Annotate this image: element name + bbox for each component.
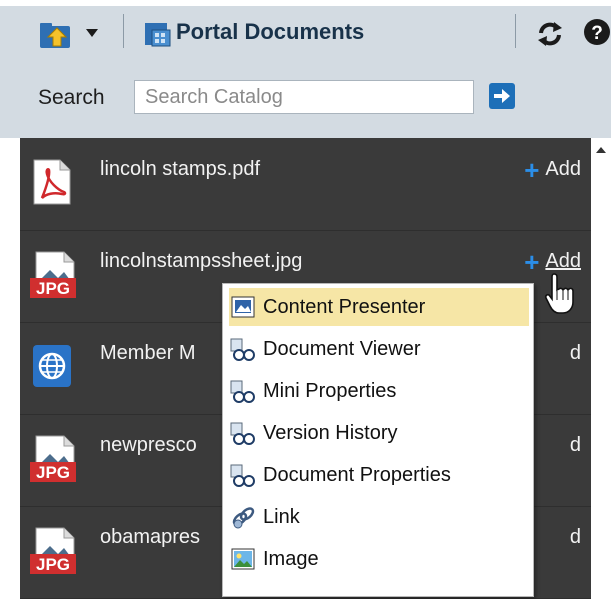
content-presenter-icon [229, 294, 257, 320]
menu-item-version-history[interactable]: Version History [229, 414, 529, 452]
add-label: d [569, 526, 581, 548]
link-icon [229, 504, 257, 530]
search-input[interactable] [134, 80, 474, 114]
file-name[interactable]: obamapres [100, 526, 200, 549]
svg-text:JPG: JPG [36, 279, 70, 298]
toolbar-top-strip [0, 0, 611, 6]
add-context-menu: Content Presenter Document Viewer Mini P… [222, 283, 534, 597]
file-name[interactable]: lincoln stamps.pdf [100, 158, 260, 181]
plus-icon: + [524, 246, 540, 277]
scroll-up-arrow-icon[interactable] [595, 146, 607, 154]
menu-item-label: Image [263, 547, 319, 570]
jpg-icon: JPG [30, 251, 76, 298]
arrow-right-icon [494, 89, 510, 103]
add-button[interactable]: d [570, 342, 581, 365]
help-icon[interactable]: ? [583, 18, 611, 46]
folder-up-icon[interactable] [38, 20, 76, 50]
task-flow-icon [229, 420, 257, 446]
task-flow-icon [229, 462, 257, 488]
menu-item-label: Mini Properties [263, 379, 397, 402]
file-name[interactable]: newpresco [100, 434, 197, 457]
portal-documents-title[interactable]: Portal Documents [176, 19, 364, 45]
jpg-icon: JPG [30, 435, 76, 482]
menu-item-content-presenter[interactable]: Content Presenter [229, 288, 529, 326]
add-button[interactable]: d [570, 526, 581, 549]
add-button[interactable]: + Add [524, 154, 581, 185]
search-label: Search [38, 86, 105, 109]
file-name[interactable]: lincolnstampssheet.jpg [100, 250, 302, 273]
menu-item-label: Document Properties [263, 463, 451, 486]
task-flow-icon [229, 336, 257, 362]
hand-cursor-icon [544, 273, 574, 314]
add-button[interactable]: d [570, 434, 581, 457]
svg-text:JPG: JPG [36, 463, 70, 482]
task-flow-icon [229, 378, 257, 404]
menu-item-document-properties[interactable]: Document Properties [229, 456, 529, 494]
menu-item-mini-properties[interactable]: Mini Properties [229, 372, 529, 410]
svg-text:JPG: JPG [36, 555, 70, 574]
add-label: d [569, 434, 581, 456]
search-go-button[interactable] [489, 83, 515, 109]
portal-documents-icon [144, 20, 174, 48]
add-label: d [569, 342, 581, 364]
jpg-icon: JPG [30, 527, 76, 574]
menu-item-label: Content Presenter [263, 295, 426, 318]
add-label: Add [545, 158, 581, 180]
web-globe-icon [33, 345, 71, 387]
menu-item-label: Version History [263, 421, 398, 444]
add-button[interactable]: + Add [524, 246, 581, 277]
menu-item-document-viewer[interactable]: Document Viewer [229, 330, 529, 368]
pdf-icon [33, 159, 71, 205]
add-label: Add [545, 250, 581, 272]
chevron-down-icon[interactable] [85, 28, 99, 38]
toolbar-divider [515, 14, 516, 48]
toolbar-divider [123, 14, 124, 48]
list-scrollbar[interactable] [591, 138, 611, 599]
svg-text:?: ? [591, 23, 603, 44]
toolbar: Portal Documents ? [0, 0, 611, 84]
menu-item-label: Link [263, 505, 300, 528]
menu-item-label: Document Viewer [263, 337, 421, 360]
file-name[interactable]: Member M [100, 342, 196, 365]
menu-item-image[interactable]: Image [229, 540, 529, 578]
image-icon [229, 546, 257, 572]
list-item[interactable]: lincoln stamps.pdf + Add [20, 138, 591, 231]
refresh-icon[interactable] [535, 19, 565, 49]
plus-icon: + [524, 154, 540, 185]
menu-item-link[interactable]: Link [229, 498, 529, 536]
